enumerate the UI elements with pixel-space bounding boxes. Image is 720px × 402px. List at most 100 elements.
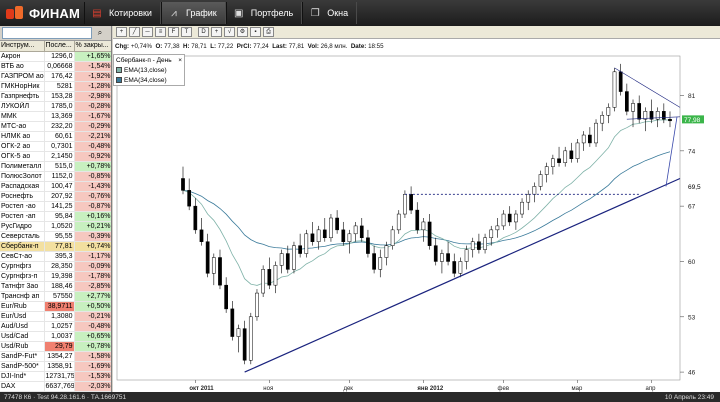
nav-quotes-button[interactable]: ▤ Котировки bbox=[84, 2, 161, 24]
quote-change: +0,78% bbox=[74, 161, 111, 172]
save-icon[interactable]: ▪ bbox=[250, 27, 261, 37]
search-icon[interactable]: ⌕ bbox=[94, 27, 106, 39]
period-day-button[interactable]: D bbox=[198, 27, 209, 37]
settings-gear-icon[interactable]: ⚙ bbox=[237, 27, 248, 37]
legend-ema13[interactable]: EMA(13,close) bbox=[114, 65, 184, 75]
quote-row[interactable]: DAX 6637,769 -2,03% bbox=[0, 381, 111, 392]
candle-body bbox=[248, 316, 253, 361]
quote-last: 13,369 bbox=[44, 111, 75, 122]
quote-row[interactable]: DJI-Ind* 12731,75 -1,53% bbox=[0, 371, 111, 382]
line-tool-icon[interactable]: ╱ bbox=[129, 27, 140, 37]
candle-body bbox=[440, 253, 444, 262]
print-icon[interactable]: ⎙ bbox=[263, 27, 274, 37]
text-tool-icon[interactable]: T bbox=[181, 27, 192, 37]
quote-row[interactable]: Транснф ап 57550 +2,77% bbox=[0, 291, 111, 302]
quote-instrument: ВТБ ао bbox=[0, 61, 45, 72]
quote-change: -0,48% bbox=[74, 321, 111, 332]
y-tick-label: 81 bbox=[688, 93, 696, 100]
legend-ema34[interactable]: EMA(34,close) bbox=[114, 75, 184, 85]
candle-body bbox=[507, 213, 512, 223]
nav-windows-button[interactable]: ❐ Окна bbox=[302, 2, 358, 24]
quotes-table-body: Акрон 1296,0 +1,65% ВТБ ао 0,06668 -1,54% ГАЗП… bbox=[0, 51, 111, 392]
quote-row[interactable]: Роснефть 207,92 -0,76% bbox=[0, 191, 111, 202]
quote-row[interactable]: Северсталь 95,55 -0,39% bbox=[0, 231, 111, 242]
quote-row[interactable]: Aud/Usd 1,0257 -0,48% bbox=[0, 321, 111, 332]
crosshair-tool-icon[interactable]: + bbox=[116, 27, 127, 37]
quote-row[interactable]: ЛУКОЙЛ 1785,0 -0,28% bbox=[0, 101, 111, 112]
candle-body bbox=[310, 233, 315, 242]
quote-row[interactable]: Татнфт 3ао 188,46 -2,85% bbox=[0, 281, 111, 292]
zoom-in-icon[interactable]: + bbox=[211, 27, 222, 37]
quote-row[interactable]: ММК 13,369 -1,67% bbox=[0, 111, 111, 122]
candle-body bbox=[273, 265, 278, 286]
quote-change: -0,76% bbox=[74, 191, 111, 202]
candle-body bbox=[600, 115, 605, 124]
quote-row[interactable]: Сбербанк-п 77,81 +0,74% bbox=[0, 241, 111, 252]
quote-row[interactable]: ОГК-5 ао 2,1450 -0,92% bbox=[0, 151, 111, 162]
search-input[interactable] bbox=[2, 27, 92, 39]
channel-tool-icon[interactable]: ≡ bbox=[155, 27, 166, 37]
status-datetime: 10 Апрель 23:49 bbox=[664, 393, 714, 401]
candle-body bbox=[218, 257, 222, 286]
quote-instrument: Распадская bbox=[0, 181, 45, 192]
quote-row[interactable]: ГАЗПРОМ ао 176,42 -1,92% bbox=[0, 71, 111, 82]
indicator-icon[interactable]: √ bbox=[224, 27, 235, 37]
quote-row[interactable]: ПолюсЗолот 1152,0 -0,85% bbox=[0, 171, 111, 182]
quote-row[interactable]: SandP-Fut* 1354,27 -1,58% bbox=[0, 351, 111, 362]
quote-row[interactable]: Ростел -ап 95,84 +0,16% bbox=[0, 211, 111, 222]
quote-change: -1,43% bbox=[74, 181, 111, 192]
candle-body bbox=[421, 221, 426, 231]
quote-row[interactable]: Акрон 1296,0 +1,65% bbox=[0, 51, 111, 62]
candle-body bbox=[193, 205, 198, 231]
column-header-last[interactable]: После... bbox=[44, 41, 75, 52]
quote-row[interactable]: Распадская 100,47 -1,43% bbox=[0, 181, 111, 192]
candle-body bbox=[581, 134, 586, 144]
quote-instrument: ГМКНорНик bbox=[0, 81, 45, 92]
quote-row[interactable]: Газпрнефть 153,28 -2,98% bbox=[0, 91, 111, 102]
quote-row[interactable]: Сургнфгз 28,350 -0,09% bbox=[0, 261, 111, 272]
quote-row[interactable]: ГМКНорНик 5281 -1,28% bbox=[0, 81, 111, 92]
fibonacci-icon[interactable]: F bbox=[168, 27, 179, 37]
close-icon[interactable]: × bbox=[178, 56, 182, 65]
quote-row[interactable]: Сургнфгз-п 19,398 -1,78% bbox=[0, 271, 111, 282]
quote-last: 1,0037 bbox=[44, 331, 75, 342]
candle-body bbox=[211, 257, 216, 274]
quote-last: 153,28 bbox=[44, 91, 75, 102]
quote-row[interactable]: SandP-500* 1358,91 -1,69% bbox=[0, 361, 111, 372]
candle-body bbox=[292, 245, 296, 270]
quote-row[interactable]: МТС-ао 232,20 -0,29% bbox=[0, 121, 111, 132]
ema13-swatch bbox=[116, 67, 122, 73]
quote-row[interactable]: Ростел -ао 141,25 -0,87% bbox=[0, 201, 111, 212]
legend-main-series[interactable]: Сбербанк-п - День × bbox=[114, 55, 184, 65]
nav-chart-button[interactable]: ⩘ График bbox=[160, 2, 226, 24]
candle-body bbox=[236, 328, 241, 337]
horizontal-line-icon[interactable]: ─ bbox=[142, 27, 153, 37]
candle-body bbox=[643, 111, 648, 120]
y-tick-label: 60 bbox=[688, 259, 696, 266]
candle-body bbox=[341, 229, 346, 242]
quote-row[interactable]: СевСт-ао 395,3 -1,17% bbox=[0, 251, 111, 262]
quote-change: -2,98% bbox=[74, 91, 111, 102]
quote-instrument: СевСт-ао bbox=[0, 251, 45, 262]
column-header-change[interactable]: % закры... bbox=[74, 41, 111, 52]
price-chart[interactable]: 465360677481окт 2011 ноя дек янв 2012 фев мар… bbox=[113, 54, 720, 392]
chart-window: + ╱ ─ ≡ F T D + √ ⚙ ▪ ⎙ Chg: +0,74% O: 7… bbox=[113, 26, 720, 392]
quote-row[interactable]: НЛМК ао 60,61 -2,21% bbox=[0, 131, 111, 142]
quote-row[interactable]: Usd/Rub 29,79 +0,78% bbox=[0, 341, 111, 352]
quote-row[interactable]: Полиметалл 515,0 +0,78% bbox=[0, 161, 111, 172]
quote-row[interactable]: ОГК-2 ао 0,7301 -0,48% bbox=[0, 141, 111, 152]
quote-row[interactable]: ВТБ ао 0,06668 -1,54% bbox=[0, 61, 111, 72]
quote-row[interactable]: Eur/Usd 1,3080 -0,21% bbox=[0, 311, 111, 322]
candle-body bbox=[551, 158, 555, 167]
column-header-instrument[interactable]: Инструм... bbox=[0, 41, 45, 52]
candle-body bbox=[199, 229, 204, 242]
quote-change: +0,16% bbox=[74, 211, 111, 222]
candle-body bbox=[495, 225, 500, 231]
quote-row[interactable]: Eur/Rub 38,9711 +0,50% bbox=[0, 301, 111, 312]
quotes-icon: ▤ bbox=[92, 7, 102, 19]
quote-row[interactable]: РусГидро 1,0520 +0,21% bbox=[0, 221, 111, 232]
candle-body bbox=[329, 217, 333, 239]
candle-body bbox=[366, 237, 370, 254]
nav-portfolio-button[interactable]: ▣ Портфель bbox=[225, 2, 303, 24]
quote-row[interactable]: Usd/Cad 1,0037 +0,65% bbox=[0, 331, 111, 342]
